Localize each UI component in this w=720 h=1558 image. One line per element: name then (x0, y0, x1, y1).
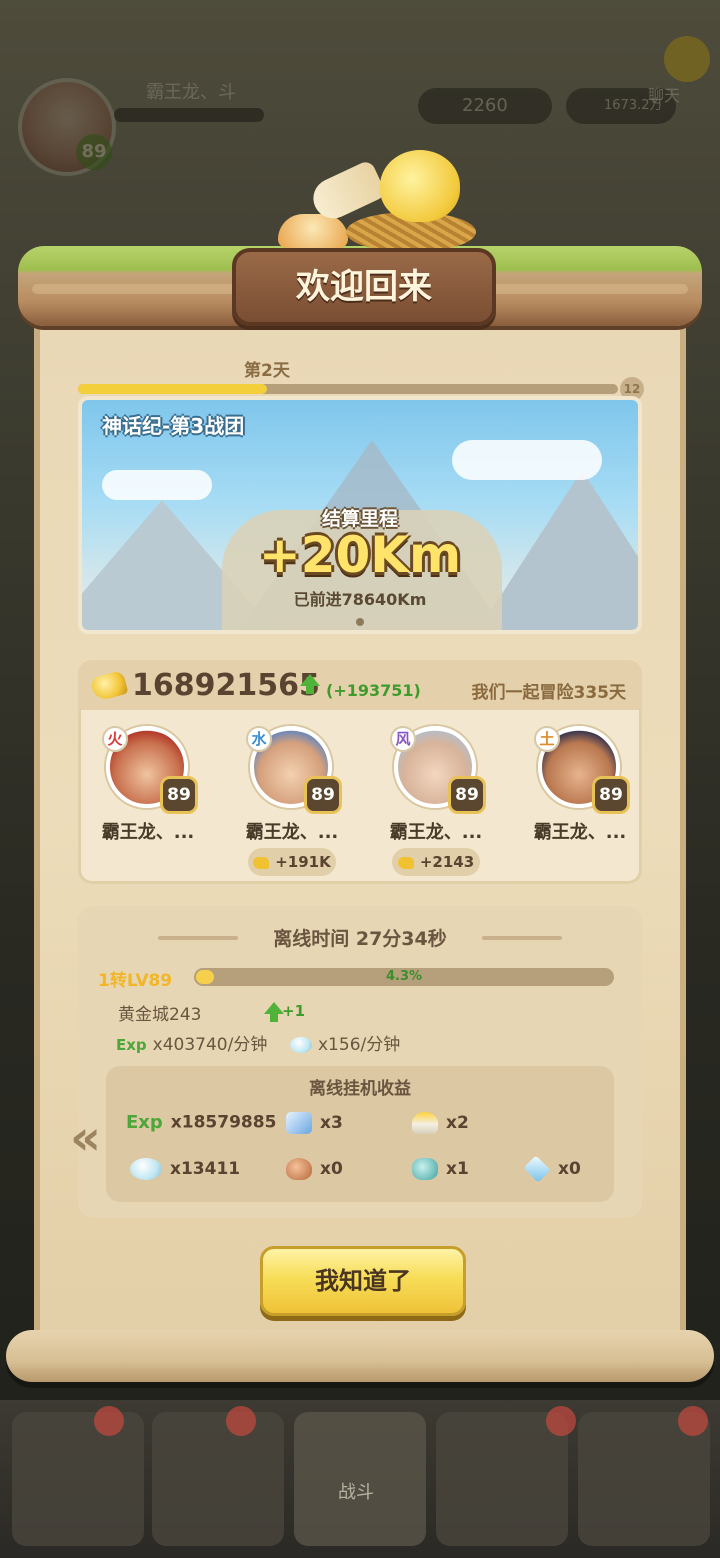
reward-item[interactable]: x2 (412, 1112, 469, 1134)
advanced-distance: 已前进78640Km (293, 590, 427, 609)
dialog-title-plate: 欢迎回来 (232, 248, 496, 326)
reward-amount: x1 (446, 1159, 469, 1179)
rewards-title: 离线挂机收益 (309, 1079, 411, 1099)
gold-up-arrow-stem (306, 686, 314, 694)
rune-stone-icon (412, 1158, 438, 1180)
gold-coin-icon (89, 670, 129, 702)
hero-name: 霸王龙、... (245, 822, 339, 843)
chevron-left-icon[interactable]: « (70, 1110, 101, 1166)
journey-scene: 神话纪-第3战团 结算里程 +20Km 已前进78640Km (78, 396, 642, 634)
city-up-arrow-icon (264, 1002, 284, 1014)
exp-percent: 4.3% (385, 969, 423, 984)
day-progress-track (78, 384, 618, 394)
reward-item[interactable]: x13411 (130, 1158, 240, 1180)
meat-icon (286, 1158, 312, 1180)
offline-rewards: 离线挂机收益 Exp x18579885 x3 x2 x13411 x0 x1 x… (106, 1066, 614, 1202)
hero-gold-bonus-value: +2143 (419, 853, 475, 871)
gold-total: 168921565 (132, 668, 320, 703)
reward-amount: x3 (320, 1113, 343, 1133)
rebirth-level: 1转LV89 (98, 971, 173, 991)
hero-card[interactable]: 水 89 霸王龙、... +191K (232, 726, 362, 876)
gem-icon (290, 1037, 312, 1053)
hero-gold-bonus: +2143 (392, 848, 480, 876)
notification-bell-icon (226, 1406, 256, 1436)
hero-level-badge: 89 (304, 776, 342, 814)
city-stage: 黄金城243 (118, 1005, 202, 1025)
adventure-days: 我们一起冒险335天 (471, 683, 627, 703)
offline-panel: 离线时间 27分34秒 1转LV89 4.3% 黄金城243 +1 Exp x40… (70, 906, 642, 1218)
gold-coin-icon (397, 856, 414, 869)
scroll-bottom-roll (6, 1330, 714, 1382)
reward-item[interactable]: Exp x18579885 (126, 1112, 276, 1133)
reward-amount: x0 (320, 1159, 343, 1179)
hero-level-badge: 89 (160, 776, 198, 814)
hero-card[interactable]: 土 89 霸王龙、... (520, 726, 650, 876)
hero-gold-bonus-value: +191K (275, 853, 331, 871)
gold-coin-icon (253, 856, 270, 869)
reward-amount: x18579885 (170, 1112, 277, 1133)
ice-crystal-icon (523, 1155, 551, 1183)
crystal-shard-icon (286, 1112, 312, 1134)
gold-up-arrow-icon (300, 674, 320, 686)
nav-tab-tribe[interactable] (12, 1412, 144, 1546)
reward-item[interactable]: x0 (286, 1158, 343, 1180)
offline-time: 离线时间 27分34秒 (273, 928, 447, 950)
water-element-icon: 水 (246, 726, 272, 752)
city-up-value: +1 (282, 1002, 306, 1020)
gem-icon (130, 1158, 162, 1180)
exp-rate-value: x403740/分钟 (152, 1035, 268, 1055)
page-indicator-dot (356, 618, 364, 626)
hero-level-badge: 89 (592, 776, 630, 814)
reward-item[interactable]: x0 (523, 1155, 581, 1183)
cloud (102, 470, 212, 500)
food-bowl-icon (278, 214, 348, 248)
candle-icon (412, 1112, 438, 1134)
gold-heroes-card: 168921565 (+193751) 我们一起冒险335天 火 89 霸王龙、… (78, 660, 642, 884)
exp-progress-track: 4.3% (194, 968, 614, 986)
day-progress-fill (78, 384, 267, 394)
hero-level-badge: 89 (448, 776, 486, 814)
hero-name: 霸王龙、... (101, 822, 195, 843)
notification-bell-icon (678, 1406, 708, 1436)
nav-tab-heroes[interactable] (152, 1412, 284, 1546)
earth-element-icon: 土 (534, 726, 560, 752)
city-up-arrow-stem (270, 1014, 278, 1022)
day-label: 第2天 (244, 361, 290, 381)
confirm-button[interactable]: 我知道了 (260, 1246, 466, 1316)
reward-item[interactable]: x1 (412, 1158, 469, 1180)
exp-icon: Exp (126, 1112, 163, 1133)
reward-amount: x2 (446, 1113, 469, 1133)
hero-name: 霸王龙、... (389, 822, 483, 843)
dialog-title: 欢迎回来 (296, 267, 432, 307)
hero-card[interactable]: 火 89 霸王龙、... (88, 726, 218, 876)
reward-amount: x0 (558, 1159, 581, 1179)
exp-rate: Exp x403740/分钟 (116, 1030, 267, 1055)
team-name: 神话纪-第3战团 (102, 414, 245, 438)
settle-distance: +20Km (258, 526, 462, 584)
exp-icon: Exp (116, 1036, 147, 1054)
nav-label-battle: 战斗 (338, 1482, 374, 1503)
reward-item[interactable]: x3 (286, 1112, 343, 1134)
notification-bell-icon (546, 1406, 576, 1436)
gold-header: 168921565 (+193751) 我们一起冒险335天 (78, 660, 642, 710)
gold-delta: (+193751) (326, 681, 421, 700)
hero-card[interactable]: 风 89 霸王龙、... +2143 (376, 726, 506, 876)
fire-element-icon: 火 (102, 726, 128, 752)
reward-amount: x13411 (170, 1159, 241, 1179)
gem-rate-value: x156/分钟 (318, 1035, 401, 1055)
bird-mascot-icon (380, 150, 460, 222)
nav-tab-pets[interactable] (436, 1412, 568, 1546)
gem-rate: x156/分钟 (290, 1030, 400, 1055)
wind-element-icon: 风 (390, 726, 416, 752)
notification-bell-icon (94, 1406, 124, 1436)
hero-name: 霸王龙、... (533, 822, 627, 843)
cloud (452, 440, 602, 480)
hero-gold-bonus: +191K (248, 848, 336, 876)
